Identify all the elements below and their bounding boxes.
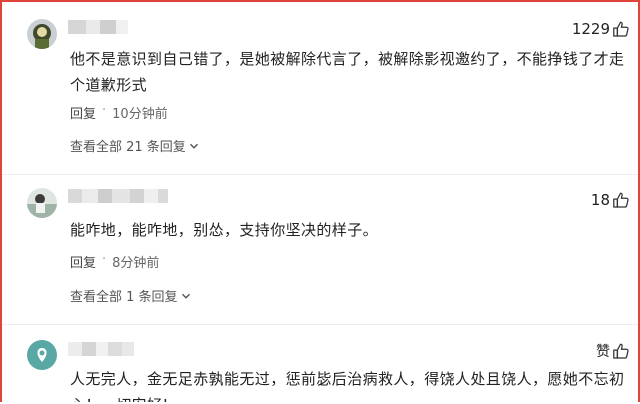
reply-button[interactable]: 回复 xyxy=(70,252,96,271)
like-button[interactable]: 赞 xyxy=(596,341,630,361)
comment-text: 他不是意识到自己错了，是她被解除代言了，被解除影视邀约了，不能挣钱了才走个道歉形… xyxy=(70,50,625,94)
view-all-replies-label: 查看全部 21 条回复 xyxy=(70,140,186,155)
chevron-down-icon xyxy=(189,143,198,149)
meta-separator: · xyxy=(102,252,107,267)
username-mosaic xyxy=(68,342,134,356)
view-all-replies-label: 查看全部 1 条回复 xyxy=(70,290,178,305)
comment-text: 人无完人，金无足赤孰能无过，惩前毖后治病救人，得饶人处且饶人，愿她不忘初心！一切… xyxy=(70,370,625,402)
avatar[interactable] xyxy=(27,19,57,49)
thumbs-up-icon[interactable] xyxy=(612,342,630,360)
like-count[interactable]: 18 xyxy=(591,191,630,209)
like-count-value: 18 xyxy=(590,191,610,209)
comment-meta: 回复 · 10分钟前 xyxy=(70,103,168,122)
view-all-replies-button[interactable]: 查看全部 21 条回复 xyxy=(70,136,199,155)
avatar[interactable] xyxy=(27,188,57,218)
comment-meta: 回复 · 8分钟前 xyxy=(70,252,159,271)
username-mosaic xyxy=(68,20,128,34)
divider xyxy=(2,174,638,175)
view-all-replies-button[interactable]: 查看全部 1 条回复 xyxy=(70,286,191,305)
chevron-down-icon xyxy=(181,293,190,299)
avatar[interactable] xyxy=(27,340,57,370)
divider xyxy=(2,324,638,325)
username-mosaic xyxy=(68,189,168,203)
comment-text: 能咋地，能咋地，别怂，支持你坚决的样子。 xyxy=(70,221,379,239)
meta-separator: · xyxy=(102,103,107,118)
reply-button[interactable]: 回复 xyxy=(70,103,96,122)
like-label: 赞 xyxy=(596,344,610,360)
like-count-value: 1229 xyxy=(571,20,610,38)
comment-time: 10分钟前 xyxy=(112,107,168,122)
thumbs-up-icon[interactable] xyxy=(612,191,630,209)
comment-time: 8分钟前 xyxy=(112,256,160,271)
comment-list: 1229 他不是意识到自己错了，是她被解除代言了，被解除影视邀约了，不能挣钱了才… xyxy=(0,0,640,402)
thumbs-up-icon[interactable] xyxy=(612,20,630,38)
like-count[interactable]: 1229 xyxy=(572,20,630,38)
